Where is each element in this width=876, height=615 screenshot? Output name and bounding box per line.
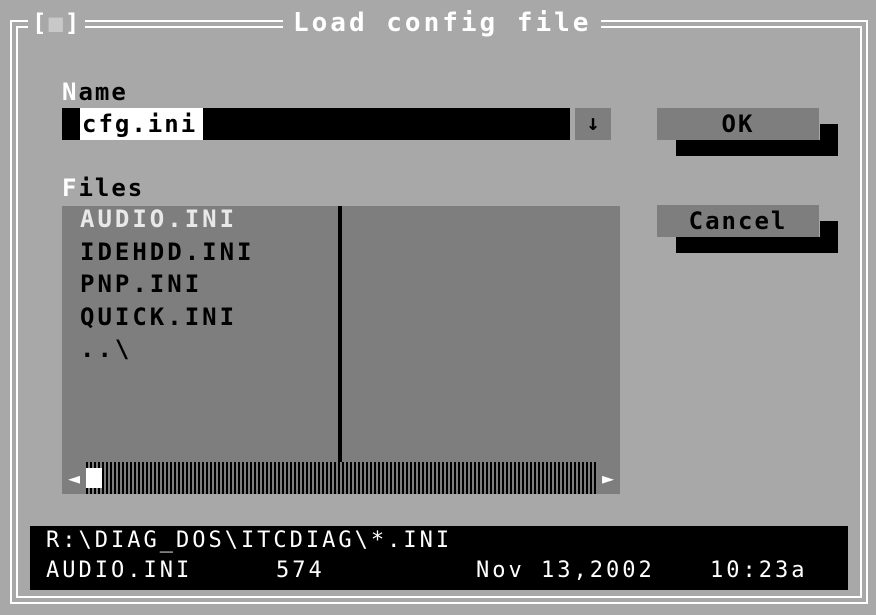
cancel-button-shadow-side [820,221,838,237]
files-horizontal-scrollbar[interactable]: ◄ ► [62,462,620,494]
cancel-button-shadow [676,237,838,253]
files-column-divider [338,206,342,462]
load-config-dialog: [■] Load config file Name cfg.ini ↓ OK C… [0,0,876,615]
name-label-text: ame [78,78,128,106]
info-file-size: 574 [276,558,325,583]
close-button[interactable]: [■] [28,9,86,37]
history-dropdown-button[interactable]: ↓ [575,108,611,140]
name-label-hotkey: N [62,78,79,106]
file-item-parent-dir[interactable]: ..\ [80,335,132,363]
file-item-idehdd[interactable]: IDEHDD.INI [80,238,255,266]
ok-button-shadow-side [820,124,838,140]
file-item-pnp[interactable]: PNP.INI [80,270,202,298]
ok-button-shadow [676,140,838,156]
scroll-right-icon[interactable]: ► [596,462,620,494]
name-label: Name [62,78,128,106]
info-file-name: AUDIO.INI [46,558,193,583]
scrollbar-thumb[interactable] [86,468,102,488]
close-icon: ■ [48,9,65,37]
files-label-text: iles [78,174,145,202]
cancel-button[interactable]: Cancel [657,205,819,237]
close-bracket-left: [ [32,9,49,37]
dialog-title: Load config file [283,8,602,38]
files-label-hotkey: F [62,174,79,202]
file-item-quick[interactable]: QUICK.INI [80,303,237,331]
info-file-time: 10:23a [710,558,808,583]
name-input-value[interactable]: cfg.ini [80,108,204,140]
close-bracket-right: ] [64,9,82,37]
file-item-audio[interactable]: AUDIO.INI [80,205,237,233]
ok-button[interactable]: OK [657,108,819,140]
info-file-date: Nov 13,2002 [476,558,655,583]
current-path: R:\DIAG_DOS\ITCDIAG\*.INI [46,528,453,553]
arrow-down-icon: ↓ [586,111,600,136]
file-info-panel: R:\DIAG_DOS\ITCDIAG\*.INI AUDIO.INI 574 … [30,526,848,590]
scroll-left-icon[interactable]: ◄ [62,462,86,494]
files-label: Files [62,174,144,202]
